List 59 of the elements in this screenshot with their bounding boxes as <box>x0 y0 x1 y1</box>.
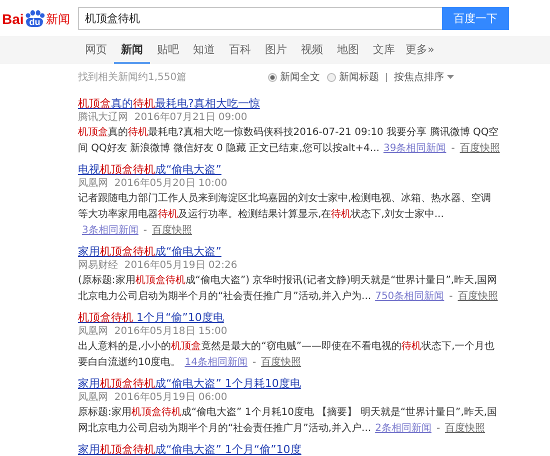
search-field[interactable]: 机顶盒待机 <box>78 6 442 30</box>
nav-tab[interactable]: 贴吧 <box>150 36 186 64</box>
logo-badge: du <box>26 18 44 26</box>
nav-tab[interactable]: 图片 <box>258 36 294 64</box>
result-title-link[interactable]: 机顶盒待机 1个月“偷”10度电 <box>78 310 224 325</box>
related-news-link[interactable]: 39条相同新闻 <box>383 141 446 157</box>
nav-tab[interactable]: 视频 <box>294 36 330 64</box>
search-button[interactable]: 百度一下 <box>442 6 509 30</box>
snippet-line: (原标题:家用机顶盒待机成“偷电大盗”) 京华时报讯(记者文静)明天就是“世界计量日”,昨天,国网 <box>78 275 498 286</box>
snippet-line: 北京电力公司启动为期半个月的“社会责任推广月”活动,并入户为... <box>78 290 372 304</box>
separator: - <box>449 290 453 304</box>
snippet-line: 间 QQ好友 新浪微博 微信好友 0 隐藏 正文已结束,您可以按alt+4... <box>78 142 380 156</box>
sort-dropdown[interactable]: 按焦点排序 <box>394 70 454 84</box>
radio-button[interactable] <box>268 72 277 82</box>
snippet-line: 要白白流逝约10度电。 <box>78 356 181 370</box>
nav-tab[interactable]: 更多» <box>402 36 438 64</box>
result-source: 凤凰网 2016年05月19日 06:00 <box>78 391 228 405</box>
result-count: 找到相关新闻约1,550篇 <box>78 70 187 84</box>
radio-label[interactable]: 新闻全文 <box>280 70 320 84</box>
nav-tab[interactable]: 文库 <box>366 36 402 64</box>
result-source: 网易财经 2016年05月19日 02:26 <box>78 259 238 273</box>
cache-link[interactable]: 百度快照 <box>152 223 192 239</box>
caret-icon <box>447 75 454 79</box>
separator: - <box>252 356 256 370</box>
logo-text: Bai <box>2 10 24 26</box>
result-title-link[interactable]: 机顶盒真的待机最耗电?真相大吃一惊 <box>78 96 260 111</box>
radio-label[interactable]: 新闻标题 <box>339 70 379 84</box>
nav-tab[interactable]: 百科 <box>222 36 258 64</box>
snippet-line: 出人意料的是,小小的机顶盒竟然是最大的“窃电贼”——即使在不看电视的待机状态下,一个月也 <box>78 341 495 352</box>
nav-tab[interactable]: 知道 <box>186 36 222 64</box>
nav-tab[interactable]: 地图 <box>330 36 366 64</box>
result-title-link[interactable]: 家用机顶盒待机成“偷电大盗” 1个月“偷”10度 <box>78 442 302 456</box>
cache-link[interactable]: 百度快照 <box>261 355 302 371</box>
snippet-line: 记者跟随电力部门工作人员来到海淀区北坞嘉园的刘女士家中,检测电视、冰箱、热水器、空调 <box>78 193 492 204</box>
cache-link[interactable]: 百度快照 <box>458 289 498 305</box>
snippet-line: 等大功率家用电器待机及运行功率。检测结果计算显示,在待机状态下,刘女士家中... <box>78 208 444 222</box>
related-news-link[interactable]: 750条相同新闻 <box>375 289 444 305</box>
related-news-link[interactable]: 2条相同新闻 <box>375 421 432 437</box>
logo-text: 新闻 <box>46 10 70 26</box>
separator: - <box>436 422 440 436</box>
snippet-line: 原标题:家用机顶盒待机成“偷电大盗” 1个月耗10度电 【摘要】 明天就是“世界计量日”,昨天,国 <box>78 407 498 418</box>
cache-link[interactable]: 百度快照 <box>445 421 486 437</box>
related-news-link[interactable]: 3条相同新闻 <box>82 223 138 239</box>
result-source: 腾讯大辽网 2016年07月21日 09:00 <box>78 111 248 125</box>
result-title-link[interactable]: 电视机顶盒待机成“偷电大盗” <box>78 162 222 177</box>
nav-tab[interactable]: 网页 <box>78 36 114 64</box>
paw-icon <box>24 10 45 18</box>
nav-tab[interactable]: 新闻 <box>114 36 150 64</box>
result-title-link[interactable]: 家用机顶盒待机成“偷电大盗” 1个月耗10度电 <box>78 376 301 391</box>
result-title-link[interactable]: 家用机顶盒待机成“偷电大盗” <box>78 244 222 259</box>
related-news-link[interactable]: 14条相同新闻 <box>184 355 248 371</box>
separator: - <box>143 224 147 238</box>
radio-button[interactable] <box>327 72 336 82</box>
result-source: 凤凰网 2016年05月20日 10:00 <box>78 177 228 191</box>
result-source: 凤凰网 2016年05月18日 15:00 <box>78 325 228 339</box>
separator: - <box>451 142 455 156</box>
snippet-line: 网北京电力公司启动为期半个月的“社会责任推广月”活动,并入户... <box>78 422 372 436</box>
cache-link[interactable]: 百度快照 <box>460 141 500 157</box>
snippet-line: 机顶盒真的待机最耗电?真相大吃一惊数码侠科技2016-07-21 09:10 我要分享 腾讯微博 QQ空 <box>78 127 499 138</box>
